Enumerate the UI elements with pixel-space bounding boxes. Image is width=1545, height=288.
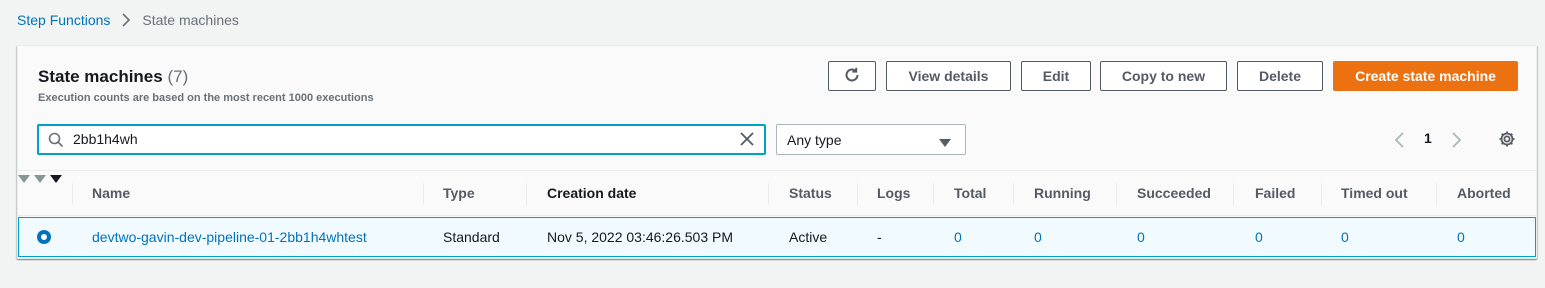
column-header-aborted[interactable]: Aborted — [1457, 171, 1511, 215]
state-machine-name-link[interactable]: devtwo-gavin-dev-pipeline-01-2bb1h4whtes… — [92, 229, 367, 245]
column-separator — [933, 183, 934, 205]
next-page-icon[interactable] — [1452, 131, 1461, 148]
column-header-timed-out-label: Timed out — [1341, 185, 1408, 201]
cell-logs: - — [877, 229, 882, 245]
type-filter-value: Any type — [787, 131, 842, 148]
column-header-status-label: Status — [789, 185, 832, 201]
column-header-name[interactable]: Name — [92, 171, 130, 215]
column-separator — [1233, 183, 1234, 205]
page-title: State machines (7) — [38, 67, 188, 87]
row-select-radio[interactable] — [37, 230, 51, 244]
column-separator — [1013, 183, 1014, 205]
column-separator — [1116, 183, 1117, 205]
cell-timed-out-link[interactable]: 0 — [1341, 229, 1349, 245]
cell-type: Standard — [443, 229, 500, 245]
column-header-logs[interactable]: Logs — [877, 171, 910, 215]
caret-down-icon — [939, 135, 951, 151]
close-icon[interactable] — [739, 131, 755, 150]
cell-succeeded-link[interactable]: 0 — [1137, 229, 1145, 245]
search-box — [37, 124, 766, 155]
cell-aborted-link[interactable]: 0 — [1457, 229, 1465, 245]
column-header-running-label: Running — [1034, 185, 1091, 201]
column-header-succeeded-label: Succeeded — [1137, 185, 1211, 201]
column-separator — [768, 183, 769, 205]
table-header: Name Type Creation date Status Logs Tota… — [18, 170, 1536, 216]
column-header-timed-out[interactable]: Timed out — [1341, 171, 1408, 215]
column-separator — [1436, 183, 1437, 205]
create-state-machine-button[interactable]: Create state machine — [1333, 61, 1518, 91]
column-header-type[interactable]: Type — [443, 171, 475, 215]
state-machines-panel: State machines (7) Execution counts are … — [17, 45, 1537, 259]
column-header-logs-label: Logs — [877, 185, 911, 201]
column-header-creation-date-label: Creation date — [547, 185, 637, 201]
column-separator — [423, 183, 424, 205]
column-header-total-label: Total — [954, 185, 987, 201]
column-header-type-label: Type — [443, 185, 475, 201]
delete-button[interactable]: Delete — [1237, 61, 1323, 91]
column-header-running[interactable]: Running — [1034, 171, 1091, 215]
cell-creation-date: Nov 5, 2022 03:46:26.503 PM — [547, 229, 734, 245]
copy-to-new-button[interactable]: Copy to new — [1100, 61, 1227, 91]
sort-icon[interactable] — [18, 171, 30, 187]
refresh-button[interactable] — [828, 61, 876, 91]
column-header-name-label: Name — [92, 185, 131, 201]
refresh-icon — [843, 66, 861, 87]
chevron-right-icon — [122, 13, 131, 27]
gear-icon[interactable] — [1498, 130, 1516, 151]
table-row[interactable]: devtwo-gavin-dev-pipeline-01-2bb1h4whtes… — [18, 217, 1536, 257]
cell-total-link[interactable]: 0 — [954, 229, 962, 245]
sort-descending-icon[interactable] — [49, 171, 62, 187]
search-input[interactable] — [73, 131, 713, 147]
breadcrumb: Step Functions State machines — [17, 12, 239, 28]
column-header-aborted-label: Aborted — [1457, 185, 1511, 201]
column-header-failed-label: Failed — [1255, 185, 1296, 201]
column-separator — [857, 183, 858, 205]
column-header-creation-date[interactable]: Creation date — [547, 171, 636, 215]
pagination: 1 — [1395, 124, 1461, 155]
panel-subtitle: Execution counts are based on the most r… — [38, 92, 374, 104]
view-details-button[interactable]: View details — [886, 61, 1011, 91]
column-separator — [526, 183, 527, 205]
column-header-succeeded[interactable]: Succeeded — [1137, 171, 1211, 215]
column-separator — [1321, 183, 1322, 205]
sort-icon[interactable] — [33, 171, 46, 187]
breadcrumb-current: State machines — [142, 12, 239, 28]
type-filter-select[interactable]: Any type — [776, 124, 966, 155]
cell-status: Active — [789, 229, 828, 245]
column-header-status[interactable]: Status — [789, 171, 832, 215]
panel-title: State machines — [38, 67, 163, 86]
column-header-failed[interactable]: Failed — [1255, 171, 1295, 215]
search-icon — [48, 132, 64, 151]
previous-page-icon[interactable] — [1395, 131, 1404, 148]
column-separator — [72, 183, 73, 205]
item-count: (7) — [167, 67, 189, 86]
column-header-total[interactable]: Total — [954, 171, 986, 215]
current-page[interactable]: 1 — [1424, 130, 1432, 146]
breadcrumb-step-functions[interactable]: Step Functions — [17, 12, 110, 28]
cell-failed-link[interactable]: 0 — [1255, 229, 1263, 245]
edit-button[interactable]: Edit — [1021, 61, 1091, 91]
cell-running-link[interactable]: 0 — [1034, 229, 1042, 245]
